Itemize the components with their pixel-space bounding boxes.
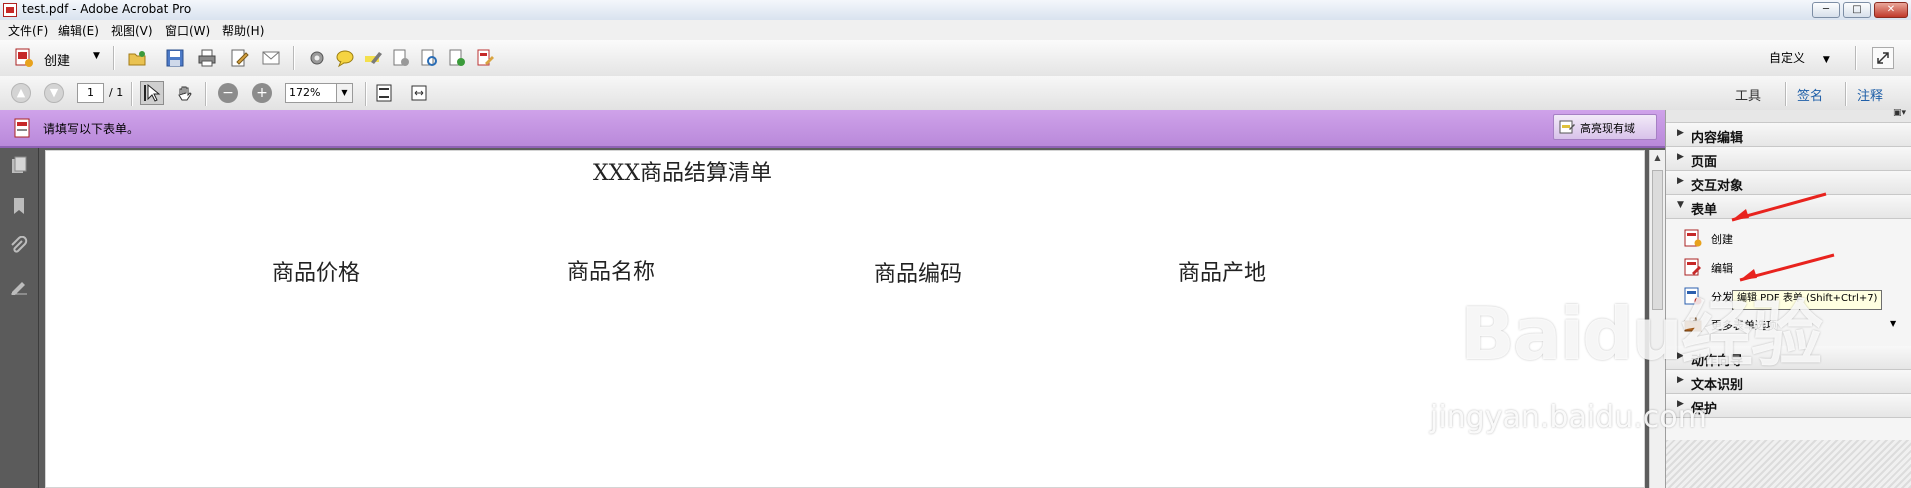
divider <box>113 46 115 70</box>
section-label: 内容编辑 <box>1691 131 1744 146</box>
create-pdf-icon <box>15 48 33 67</box>
zoom-level-field[interactable]: 172% <box>285 83 337 103</box>
bookmarks-icon[interactable] <box>9 196 29 216</box>
document-export-icon[interactable] <box>447 48 467 68</box>
column-header-code: 商品编码 <box>874 262 963 287</box>
comment-pane-link[interactable]: 注释 <box>1857 85 1883 104</box>
highlight-text-icon[interactable] <box>363 48 383 68</box>
form-message: 请填写以下表单。 <box>43 122 140 136</box>
highlight-fields-button[interactable]: 高亮现有域 <box>1553 114 1657 140</box>
document-settings-icon[interactable] <box>391 48 411 68</box>
acrobat-app-icon <box>3 3 17 17</box>
chevron-down-icon: ▼ <box>1890 319 1897 328</box>
zoom-out-icon[interactable]: − <box>218 83 238 103</box>
panel-options-icon[interactable]: ▣▾ <box>1893 108 1906 118</box>
menu-edit[interactable]: 编辑(E) <box>58 22 99 39</box>
column-header-price: 商品价格 <box>272 261 361 286</box>
form-edit-icon[interactable] <box>475 48 495 68</box>
fit-width-icon[interactable] <box>409 83 429 103</box>
create-button[interactable]: 创建 ▼ <box>10 46 105 70</box>
column-header-origin: 商品产地 <box>1178 261 1267 286</box>
next-page-icon[interactable]: ▼ <box>44 83 64 103</box>
page-number-input[interactable]: 1 <box>77 83 104 103</box>
form-create-label: 创建 <box>1711 233 1733 246</box>
page-total: / 1 <box>109 86 124 99</box>
zoom-dropdown-chevron-icon[interactable]: ▼ <box>337 83 353 103</box>
page-thumbnails-icon[interactable] <box>9 156 29 176</box>
divider <box>1855 46 1857 70</box>
menu-help[interactable]: 帮助(H) <box>222 22 264 39</box>
red-annotation-arrow <box>1731 192 1827 222</box>
menu-file[interactable]: 文件(F) <box>8 22 48 39</box>
main-toolbar: 创建 ▼ 自定义 ▼ <box>0 40 1911 77</box>
cursor-arrow-icon <box>144 83 161 102</box>
window-title: test.pdf - Adobe Acrobat Pro <box>22 2 192 16</box>
select-tool-button[interactable] <box>140 81 164 105</box>
tools-pane-link[interactable]: 工具 <box>1735 85 1761 104</box>
maximize-button[interactable]: □ <box>1843 2 1871 18</box>
expand-arrow-icon: ▶ <box>1677 128 1684 138</box>
save-icon[interactable] <box>165 48 185 68</box>
section-content-editing[interactable]: ▶ 内容编辑 <box>1666 123 1911 147</box>
divider <box>1845 82 1847 106</box>
chevron-down-icon: ▼ <box>1822 55 1830 65</box>
document-title: XXX商品结算清单 <box>593 161 772 186</box>
create-label: 创建 <box>44 54 71 69</box>
divider <box>293 46 295 70</box>
open-folder-icon[interactable] <box>127 48 147 68</box>
collapse-arrow-icon: ▼ <box>1677 200 1684 210</box>
expand-icon <box>1877 52 1889 64</box>
form-create-item[interactable]: 创建 <box>1684 227 1904 251</box>
panel-options-strip: ▣▾ <box>1666 108 1911 123</box>
close-button[interactable]: ✕ <box>1874 2 1908 18</box>
section-pages[interactable]: ▶ 页面 <box>1666 147 1911 171</box>
divider <box>205 82 207 106</box>
chevron-down-icon: ▼ <box>93 51 100 61</box>
baidu-watermark-url: jingyan.baidu.com <box>1430 400 1707 435</box>
zoom-in-icon[interactable]: + <box>252 83 272 103</box>
highlight-fields-icon <box>1559 120 1575 134</box>
email-icon[interactable] <box>261 48 281 68</box>
fit-page-icon[interactable] <box>374 83 394 103</box>
settings-gear-icon[interactable] <box>307 48 327 68</box>
minimize-button[interactable]: ─ <box>1812 2 1840 18</box>
edit-document-icon[interactable] <box>229 48 249 68</box>
fullscreen-button[interactable] <box>1872 47 1894 69</box>
form-icon <box>14 118 30 138</box>
menu-window[interactable]: 窗口(W) <box>165 22 210 39</box>
attachments-paperclip-icon[interactable] <box>9 236 29 256</box>
navigation-toolbar: ▲ ▼ 1 / 1 − + 172% ▼ 工具 签名 注释 <box>0 76 1911 111</box>
comment-bubble-icon[interactable] <box>335 48 355 68</box>
section-label: 页面 <box>1691 155 1718 170</box>
form-create-icon <box>1684 229 1702 247</box>
customize-label: 自定义 <box>1769 51 1806 65</box>
expand-arrow-icon: ▶ <box>1677 176 1684 186</box>
divider <box>365 82 367 106</box>
scroll-up-arrow-icon[interactable]: ▲ <box>1652 153 1663 165</box>
baidu-watermark: Baidu经验 <box>1460 292 1823 376</box>
print-icon[interactable] <box>197 48 217 68</box>
form-edit-icon <box>1684 258 1701 276</box>
hand-tool-icon[interactable] <box>175 83 195 103</box>
form-message-bar: 请填写以下表单。 高亮现有域 <box>0 110 1665 148</box>
expand-arrow-icon: ▶ <box>1677 152 1684 162</box>
form-edit-label: 编辑 <box>1711 262 1733 275</box>
panel-empty-area <box>1666 440 1911 488</box>
menu-bar: 文件(F) 编辑(E) 视图(V) 窗口(W) 帮助(H) <box>0 20 1911 41</box>
sign-pane-link[interactable]: 签名 <box>1797 85 1823 104</box>
column-header-name: 商品名称 <box>567 260 656 285</box>
customize-dropdown[interactable]: 自定义 ▼ <box>1769 49 1830 66</box>
divider <box>1785 82 1787 106</box>
title-bar: test.pdf - Adobe Acrobat Pro ─ □ ✕ <box>0 0 1911 21</box>
previous-page-icon[interactable]: ▲ <box>11 83 31 103</box>
document-page[interactable]: XXX商品结算清单 商品价格 商品名称 商品编码 商品产地 <box>45 150 1645 488</box>
divider <box>131 82 133 106</box>
document-search-icon[interactable] <box>419 48 439 68</box>
navigation-pane <box>0 148 39 488</box>
signatures-pen-icon[interactable] <box>9 276 29 296</box>
section-label: 表单 <box>1691 203 1718 218</box>
menu-view[interactable]: 视图(V) <box>111 22 153 39</box>
highlight-fields-label: 高亮现有域 <box>1580 122 1635 135</box>
